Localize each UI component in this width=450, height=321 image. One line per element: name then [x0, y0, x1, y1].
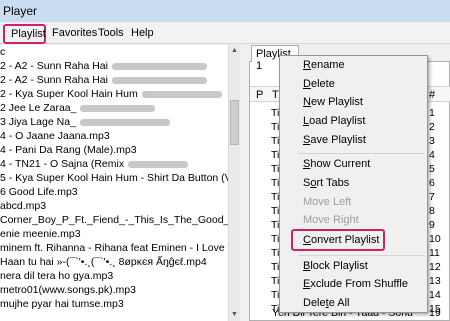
list-item[interactable]: 2 Jee Le Zaraa_ [0, 101, 156, 115]
column-hash[interactable]: # [429, 89, 435, 101]
menu-item-block-playlist[interactable]: Block Playlist [303, 260, 368, 272]
playlist-row-number: 13 [429, 275, 441, 287]
list-item[interactable]: minem ft. Rihanna - Rihana feat Eminen -… [0, 241, 237, 255]
title-bar: Player [0, 0, 450, 22]
menu-item-show-current[interactable]: Show Current [303, 158, 370, 170]
menu-tools[interactable]: Tools [98, 27, 124, 39]
playlist-row-number: 2 [429, 121, 435, 133]
column-p[interactable]: P [256, 89, 263, 101]
list-item[interactable]: abcd.mp3 [0, 199, 46, 213]
menu-item-delete-all[interactable]: Delete All [303, 297, 349, 309]
playlist-row-number: 3 [429, 135, 435, 147]
menu-item-move-left: Move Left [303, 196, 352, 208]
list-item[interactable]: 4 - Pani Da Rang (Male).mp3 [0, 143, 137, 157]
menu-playlist[interactable]: Playlist [3, 24, 46, 44]
list-item[interactable]: nera dil tera ho gya.mp3 [0, 269, 113, 283]
menu-favorites[interactable]: Favorites [52, 27, 97, 39]
playlist-row-number: 19 [429, 307, 441, 319]
list-item[interactable]: 2 - Kya Super Kool Hain Hum [0, 87, 222, 101]
playlist-row-number: 10 [429, 233, 441, 245]
menu-item-delete[interactable]: Delete [303, 78, 335, 90]
menu-help[interactable]: Help [131, 27, 154, 39]
list-item[interactable]: 2 - A2 - Sunn Raha Hai [0, 73, 207, 87]
menu-item-move-right: Move Right [303, 214, 359, 226]
list-item[interactable]: 3 Jiya Lage Na_ [0, 115, 170, 129]
convert-playlist-highlight [291, 229, 385, 251]
playlist-row-number: 11 [429, 247, 440, 259]
scroll-down-arrow-icon[interactable]: ▼ [229, 309, 240, 321]
menu-item-load-playlist[interactable]: Load Playlist [303, 115, 365, 127]
menu-item-save-playlist[interactable]: Save Playlist [303, 134, 366, 146]
list-item[interactable]: 6 Good Life.mp3 [0, 185, 78, 199]
list-item[interactable]: 4 - O Jaane Jaana.mp3 [0, 129, 110, 143]
column-t[interactable]: T [272, 89, 279, 101]
playlist-row-number: 12 [429, 261, 441, 273]
playlist-row-number: 4 [429, 149, 435, 161]
menu-separator [298, 255, 424, 256]
list-item[interactable]: Haan tu hai »-(¯`'•.¸(¯`'•.¸ 8øpĸєя Ấŋĝє… [0, 255, 207, 269]
playlist-row-number: 8 [429, 205, 435, 217]
menu-item-new-playlist[interactable]: New Playlist [303, 96, 363, 108]
menu-playlist-label: Playlist [11, 28, 46, 40]
list-item[interactable]: c [0, 45, 5, 59]
menu-separator [298, 153, 424, 154]
list-item[interactable]: enie meenie.mp3 [0, 227, 81, 241]
playlist-context-menu [279, 55, 428, 313]
playlist-row-number: 14 [429, 289, 441, 301]
list-item[interactable]: 5 - Kya Super Kool Hain Hum - Shirt Da B… [0, 171, 237, 185]
playlist-row-number: 7 [429, 191, 435, 203]
list-item[interactable]: Corner_Boy_P_Ft._Fiend_-_This_Is_The_Goo… [0, 213, 237, 227]
menu-item-rename[interactable]: Rename [303, 59, 345, 71]
menu-item-sort-tabs[interactable]: Sort Tabs [303, 177, 349, 189]
window-title: Player [3, 4, 38, 18]
scroll-up-arrow-icon[interactable]: ▲ [229, 45, 240, 57]
file-list[interactable]: c 2 - A2 - Sunn Raha Hai 2 - A2 - Sunn R… [0, 45, 238, 321]
list-item[interactable]: 2 - A2 - Sunn Raha Hai [0, 59, 207, 73]
playlist-row-number: 6 [429, 177, 435, 189]
list-item[interactable]: 4 - TN21 - O Sajna (Remix [0, 157, 189, 171]
playlist-row-number: 1 [429, 107, 435, 119]
playlist-row-number: 9 [429, 219, 435, 231]
list-scrollbar[interactable]: ▲ ▼ [228, 45, 240, 321]
playlist-row-number: 5 [429, 163, 435, 175]
menu-item-exclude-from-shuffle[interactable]: Exclude From Shuffle [303, 278, 408, 290]
scroll-thumb[interactable] [230, 100, 239, 145]
menu-bar: Favorites Tools Help [0, 22, 450, 44]
list-item[interactable]: mujhe pyar hai tumse.mp3 [0, 297, 124, 311]
list-item[interactable]: metro01(www.songs.pk).mp3 [0, 283, 136, 297]
